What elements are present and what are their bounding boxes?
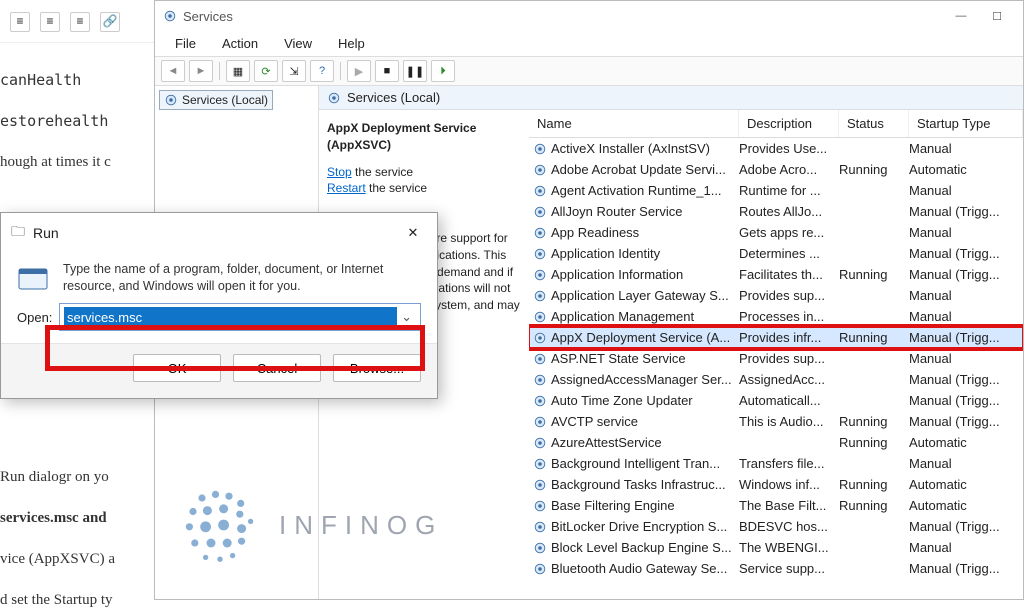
- service-row[interactable]: AppX Deployment Service (A...Provides in…: [529, 327, 1023, 348]
- column-status[interactable]: Status: [839, 110, 909, 137]
- restart-icon[interactable]: ⏵: [431, 60, 455, 82]
- watermark-logo: INFINOG: [175, 480, 443, 570]
- service-row[interactable]: Base Filtering EngineThe Base Filt...Run…: [529, 495, 1023, 516]
- refresh-icon[interactable]: ⟳: [254, 60, 278, 82]
- service-row[interactable]: Adobe Acrobat Update Servi...Adobe Acro.…: [529, 159, 1023, 180]
- service-row[interactable]: AVCTP serviceThis is Audio...RunningManu…: [529, 411, 1023, 432]
- stop-link[interactable]: Stop: [327, 165, 352, 179]
- run-app-icon: [17, 263, 49, 295]
- pause-icon[interactable]: ❚❚: [403, 60, 427, 82]
- link-icon[interactable]: 🔗: [100, 12, 120, 32]
- help-icon[interactable]: ?: [310, 60, 334, 82]
- watermark-text: INFINOG: [279, 510, 443, 541]
- tree-item-services-local[interactable]: Services (Local): [159, 90, 273, 110]
- close-icon[interactable]: ✕: [399, 223, 427, 243]
- service-row[interactable]: Block Level Backup Engine S...The WBENGI…: [529, 537, 1023, 558]
- services-content-header: Services (Local): [319, 86, 1023, 110]
- align-center-icon[interactable]: ≡: [40, 12, 60, 32]
- services-menubar: File Action View Help: [155, 31, 1023, 57]
- run-titlebar: 🗀 Run ✕: [1, 213, 437, 253]
- services-window-title: Services: [183, 9, 233, 24]
- play-icon[interactable]: ▶: [347, 60, 371, 82]
- run-dialog: 🗀 Run ✕ Type the name of a program, fold…: [0, 212, 438, 399]
- menu-help[interactable]: Help: [328, 33, 375, 54]
- services-titlebar: Services — ☐: [155, 1, 1023, 31]
- services-toolbar: ◄ ► ▦ ⟳ ⇲ ? ▶ ■ ❚❚ ⏵: [155, 57, 1023, 86]
- run-open-label: Open:: [17, 310, 51, 325]
- service-row[interactable]: AssignedAccessManager Ser...AssignedAcc.…: [529, 369, 1023, 390]
- service-row[interactable]: Auto Time Zone UpdaterAutomaticall...Man…: [529, 390, 1023, 411]
- service-row[interactable]: Application ManagementProcesses in...Man…: [529, 306, 1023, 327]
- nav-back-icon[interactable]: ◄: [161, 60, 185, 82]
- service-row[interactable]: Background Tasks Infrastruc...Windows in…: [529, 474, 1023, 495]
- services-list: Name Description Status Startup Type Act…: [529, 110, 1023, 599]
- run-open-input[interactable]: [64, 307, 397, 327]
- column-description[interactable]: Description: [739, 110, 839, 137]
- background-toolbar: ≡ ≡ ≡ 🔗: [0, 8, 160, 43]
- service-row[interactable]: AzureAttestServiceRunningAutomatic: [529, 432, 1023, 453]
- service-row[interactable]: ActiveX Installer (AxInstSV)Provides Use…: [529, 138, 1023, 159]
- align-right-icon[interactable]: ≡: [70, 12, 90, 32]
- detail-service-name: AppX Deployment Service (AppXSVC): [327, 120, 521, 154]
- chevron-down-icon[interactable]: ⌄: [397, 309, 416, 325]
- column-name[interactable]: Name: [529, 110, 739, 137]
- column-startup[interactable]: Startup Type: [909, 110, 1023, 137]
- restart-link[interactable]: Restart: [327, 181, 366, 195]
- service-row[interactable]: App ReadinessGets apps re...Manual: [529, 222, 1023, 243]
- properties-icon[interactable]: ▦: [226, 60, 250, 82]
- service-row[interactable]: ASP.NET State ServiceProvides sup...Manu…: [529, 348, 1023, 369]
- service-row[interactable]: Agent Activation Runtime_1...Runtime for…: [529, 180, 1023, 201]
- stop-icon[interactable]: ■: [375, 60, 399, 82]
- menu-file[interactable]: File: [165, 33, 206, 54]
- nav-forward-icon[interactable]: ►: [189, 60, 213, 82]
- service-row[interactable]: Application Layer Gateway S...Provides s…: [529, 285, 1023, 306]
- service-row[interactable]: Background Intelligent Tran...Transfers …: [529, 453, 1023, 474]
- service-row[interactable]: AllJoyn Router ServiceRoutes AllJo...Man…: [529, 201, 1023, 222]
- run-title-text: Run: [33, 225, 59, 241]
- run-open-combobox[interactable]: ⌄: [59, 303, 421, 331]
- browse-button[interactable]: Browse...: [333, 354, 421, 382]
- tree-item-label: Services (Local): [182, 93, 268, 107]
- service-row[interactable]: Application InformationFacilitates th...…: [529, 264, 1023, 285]
- menu-view[interactable]: View: [274, 33, 322, 54]
- services-columns-header: Name Description Status Startup Type: [529, 110, 1023, 138]
- cancel-button[interactable]: Cancel: [233, 354, 321, 382]
- run-folder-icon: 🗀: [11, 221, 25, 245]
- services-gear-icon: [163, 9, 177, 23]
- minimize-button[interactable]: —: [943, 5, 979, 27]
- service-row[interactable]: Application IdentityDetermines ...Manual…: [529, 243, 1023, 264]
- watermark-globe-icon: [175, 480, 265, 570]
- maximize-button[interactable]: ☐: [979, 5, 1015, 27]
- run-message: Type the name of a program, folder, docu…: [63, 261, 421, 295]
- menu-action[interactable]: Action: [212, 33, 268, 54]
- ok-button[interactable]: OK: [133, 354, 221, 382]
- export-icon[interactable]: ⇲: [282, 60, 306, 82]
- align-left-icon[interactable]: ≡: [10, 12, 30, 32]
- service-row[interactable]: BitLocker Drive Encryption S...BDESVC ho…: [529, 516, 1023, 537]
- service-row[interactable]: Bluetooth Audio Gateway Se...Service sup…: [529, 558, 1023, 579]
